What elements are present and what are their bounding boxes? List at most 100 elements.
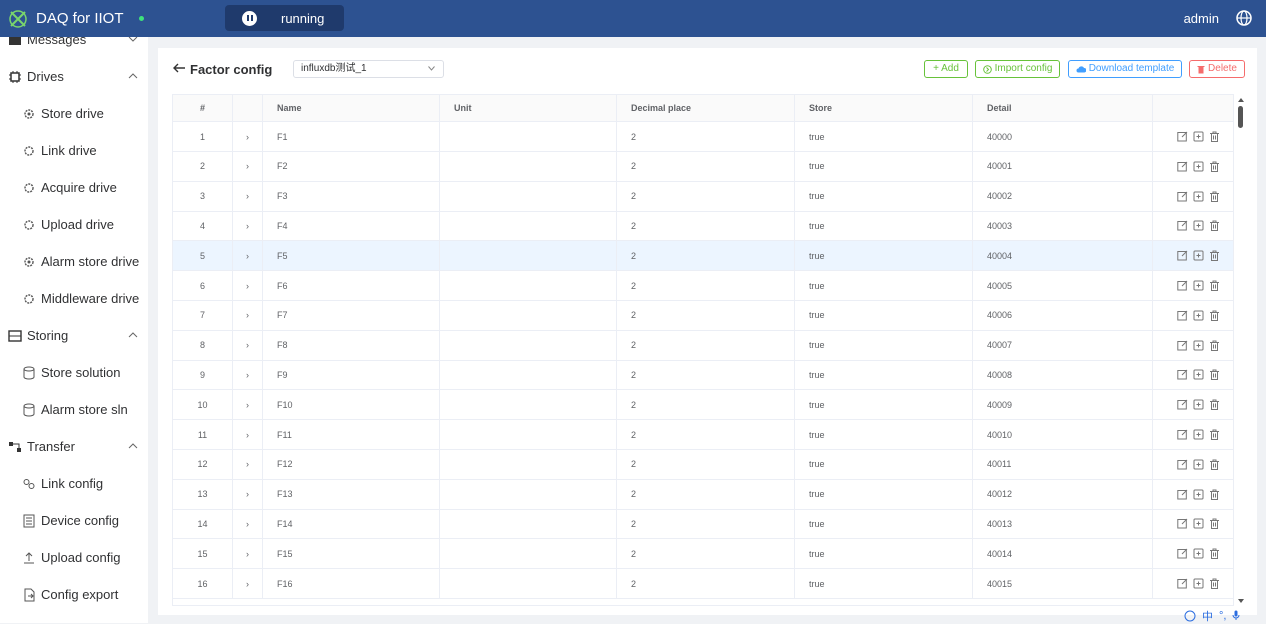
- table-row[interactable]: 9›F92true40008: [173, 360, 1234, 390]
- chevron-right-icon[interactable]: ›: [246, 579, 249, 589]
- chevron-right-icon[interactable]: ›: [246, 221, 249, 231]
- ime-language[interactable]: 中: [1202, 608, 1213, 624]
- table-row[interactable]: 16›F162true40015: [173, 569, 1234, 599]
- delete-row-icon[interactable]: [1209, 191, 1220, 202]
- cell-expand[interactable]: ›: [233, 182, 263, 211]
- cell-expand[interactable]: ›: [233, 241, 263, 270]
- copy-icon[interactable]: [1193, 161, 1204, 172]
- chevron-right-icon[interactable]: ›: [246, 251, 249, 261]
- chevron-right-icon[interactable]: ›: [246, 430, 249, 440]
- delete-row-icon[interactable]: [1209, 429, 1220, 440]
- cell-expand[interactable]: ›: [233, 420, 263, 449]
- sidebar-item-store-drive[interactable]: Store drive: [0, 95, 148, 132]
- col-name[interactable]: Name: [263, 95, 440, 121]
- user-menu[interactable]: admin: [1184, 11, 1219, 26]
- col-detail[interactable]: Detail: [973, 95, 1153, 121]
- delete-row-icon[interactable]: [1209, 369, 1220, 380]
- table-row[interactable]: 13›F132true40012: [173, 480, 1234, 510]
- edit-icon[interactable]: [1177, 429, 1188, 440]
- copy-icon[interactable]: [1193, 369, 1204, 380]
- download-template-button[interactable]: Download template: [1068, 60, 1182, 78]
- copy-icon[interactable]: [1193, 220, 1204, 231]
- col-store[interactable]: Store: [795, 95, 973, 121]
- copy-icon[interactable]: [1193, 280, 1204, 291]
- table-row[interactable]: 14›F142true40013: [173, 509, 1234, 539]
- edit-icon[interactable]: [1177, 191, 1188, 202]
- cell-expand[interactable]: ›: [233, 509, 263, 538]
- cell-expand[interactable]: ›: [233, 480, 263, 509]
- edit-icon[interactable]: [1177, 369, 1188, 380]
- sidebar-item-config-export[interactable]: Config export: [0, 576, 148, 613]
- table-row[interactable]: 1›F12true40000: [173, 122, 1234, 152]
- table-row[interactable]: 2›F22true40001: [173, 152, 1234, 182]
- scroll-down-icon[interactable]: [1238, 599, 1244, 603]
- edit-icon[interactable]: [1177, 280, 1188, 291]
- copy-icon[interactable]: [1193, 191, 1204, 202]
- edit-icon[interactable]: [1177, 220, 1188, 231]
- chevron-right-icon[interactable]: ›: [246, 132, 249, 142]
- sidebar-item-middleware-drive[interactable]: Middleware drive: [0, 280, 148, 317]
- edit-icon[interactable]: [1177, 250, 1188, 261]
- scroll-thumb[interactable]: [1238, 106, 1243, 128]
- sidebar-item-upload-drive[interactable]: Upload drive: [0, 206, 148, 243]
- delete-row-icon[interactable]: [1209, 250, 1220, 261]
- cell-expand[interactable]: ›: [233, 569, 263, 598]
- table-row[interactable]: 6›F62true40005: [173, 271, 1234, 301]
- copy-icon[interactable]: [1193, 399, 1204, 410]
- cell-expand[interactable]: ›: [233, 539, 263, 568]
- globe-icon[interactable]: [1235, 9, 1253, 27]
- chevron-right-icon[interactable]: ›: [246, 549, 249, 559]
- delete-row-icon[interactable]: [1209, 161, 1220, 172]
- cell-expand[interactable]: ›: [233, 331, 263, 360]
- table-row[interactable]: 5›F52true40004: [173, 241, 1234, 271]
- edit-icon[interactable]: [1177, 340, 1188, 351]
- sidebar-item-device-config[interactable]: Device config: [0, 502, 148, 539]
- edit-icon[interactable]: [1177, 310, 1188, 321]
- chevron-right-icon[interactable]: ›: [246, 340, 249, 350]
- table-row[interactable]: 3›F32true40002: [173, 182, 1234, 212]
- chevron-right-icon[interactable]: ›: [246, 489, 249, 499]
- delete-row-icon[interactable]: [1209, 548, 1220, 559]
- chevron-right-icon[interactable]: ›: [246, 519, 249, 529]
- edit-icon[interactable]: [1177, 131, 1188, 142]
- chevron-right-icon[interactable]: ›: [246, 459, 249, 469]
- sidebar-item-link-config[interactable]: Link config: [0, 465, 148, 502]
- add-button[interactable]: + Add: [924, 60, 968, 78]
- sidebar-item-storing[interactable]: Storing: [0, 317, 148, 354]
- delete-row-icon[interactable]: [1209, 131, 1220, 142]
- table-row[interactable]: 11›F112true40010: [173, 420, 1234, 450]
- microphone-icon[interactable]: [1232, 610, 1240, 621]
- chevron-right-icon[interactable]: ›: [246, 281, 249, 291]
- cell-expand[interactable]: ›: [233, 301, 263, 330]
- copy-icon[interactable]: [1193, 310, 1204, 321]
- table-row[interactable]: 10›F102true40009: [173, 390, 1234, 420]
- edit-icon[interactable]: [1177, 399, 1188, 410]
- delete-row-icon[interactable]: [1209, 459, 1220, 470]
- ime-punct-icon[interactable]: °,: [1219, 610, 1226, 622]
- edit-icon[interactable]: [1177, 518, 1188, 529]
- sidebar-item-upload-config[interactable]: Upload config: [0, 539, 148, 576]
- scroll-up-icon[interactable]: [1238, 98, 1244, 102]
- run-status-pill[interactable]: running: [225, 5, 344, 31]
- back-arrow-icon[interactable]: [172, 61, 186, 75]
- copy-icon[interactable]: [1193, 489, 1204, 500]
- cell-expand[interactable]: ›: [233, 360, 263, 389]
- delete-button[interactable]: Delete: [1189, 60, 1245, 78]
- table-row[interactable]: 7›F72true40006: [173, 301, 1234, 331]
- copy-icon[interactable]: [1193, 429, 1204, 440]
- table-row[interactable]: 4›F42true40003: [173, 211, 1234, 241]
- col-decimal-place[interactable]: Decimal place: [617, 95, 795, 121]
- table-row[interactable]: 12›F122true40011: [173, 450, 1234, 480]
- edit-icon[interactable]: [1177, 489, 1188, 500]
- chevron-right-icon[interactable]: ›: [246, 370, 249, 380]
- sidebar-item-transfer[interactable]: Transfer: [0, 428, 148, 465]
- copy-icon[interactable]: [1193, 578, 1204, 589]
- delete-row-icon[interactable]: [1209, 578, 1220, 589]
- pause-icon[interactable]: [242, 11, 257, 26]
- copy-icon[interactable]: [1193, 131, 1204, 142]
- edit-icon[interactable]: [1177, 548, 1188, 559]
- cell-expand[interactable]: ›: [233, 450, 263, 479]
- copy-icon[interactable]: [1193, 250, 1204, 261]
- copy-icon[interactable]: [1193, 459, 1204, 470]
- copy-icon[interactable]: [1193, 340, 1204, 351]
